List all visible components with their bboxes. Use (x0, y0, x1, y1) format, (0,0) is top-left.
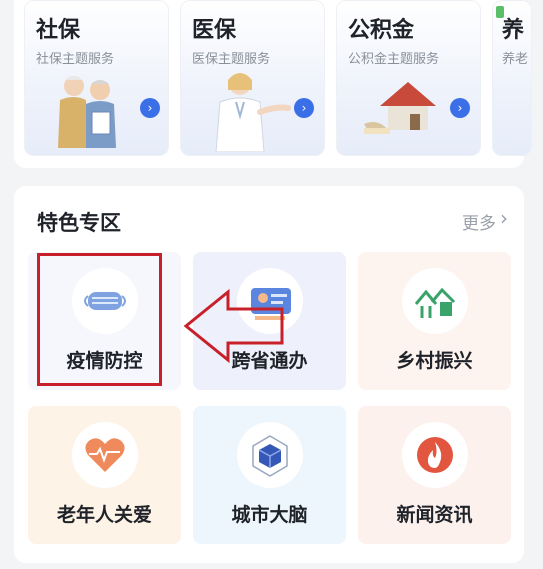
pointer-arrow-icon (183, 288, 284, 364)
